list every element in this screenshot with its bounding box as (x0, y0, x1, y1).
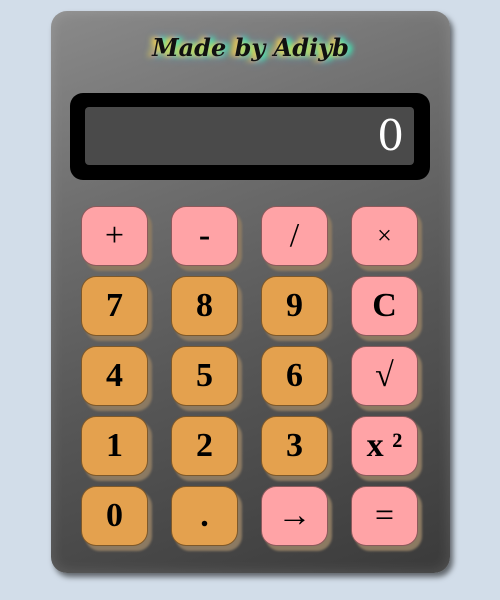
digit-3-button[interactable]: 3 (261, 416, 328, 476)
digit-4-button[interactable]: 4 (81, 346, 148, 406)
digit-6-button[interactable]: 6 (261, 346, 328, 406)
equals-button[interactable]: = (351, 486, 418, 546)
digit-5-button[interactable]: 5 (171, 346, 238, 406)
decimal-point-button[interactable]: . (171, 486, 238, 546)
calculator-body: Made by Adiyb 0 + - / × 7 8 9 C 4 5 6 √ … (51, 11, 450, 573)
digit-2-button[interactable]: 2 (171, 416, 238, 476)
calculator-title: Made by Adiyb (152, 33, 349, 62)
display-screen: 0 (85, 107, 414, 165)
digit-1-button[interactable]: 1 (81, 416, 148, 476)
digit-8-button[interactable]: 8 (171, 276, 238, 336)
multiply-button[interactable]: × (351, 206, 418, 266)
backspace-arrow-button[interactable]: → (261, 486, 328, 546)
digit-9-button[interactable]: 9 (261, 276, 328, 336)
digit-0-button[interactable]: 0 (81, 486, 148, 546)
display-frame: 0 (70, 93, 430, 180)
clear-button[interactable]: C (351, 276, 418, 336)
minus-button[interactable]: - (171, 206, 238, 266)
square-root-button[interactable]: √ (351, 346, 418, 406)
plus-button[interactable]: + (81, 206, 148, 266)
square-button[interactable]: x ² (351, 416, 418, 476)
digit-7-button[interactable]: 7 (81, 276, 148, 336)
divide-button[interactable]: / (261, 206, 328, 266)
